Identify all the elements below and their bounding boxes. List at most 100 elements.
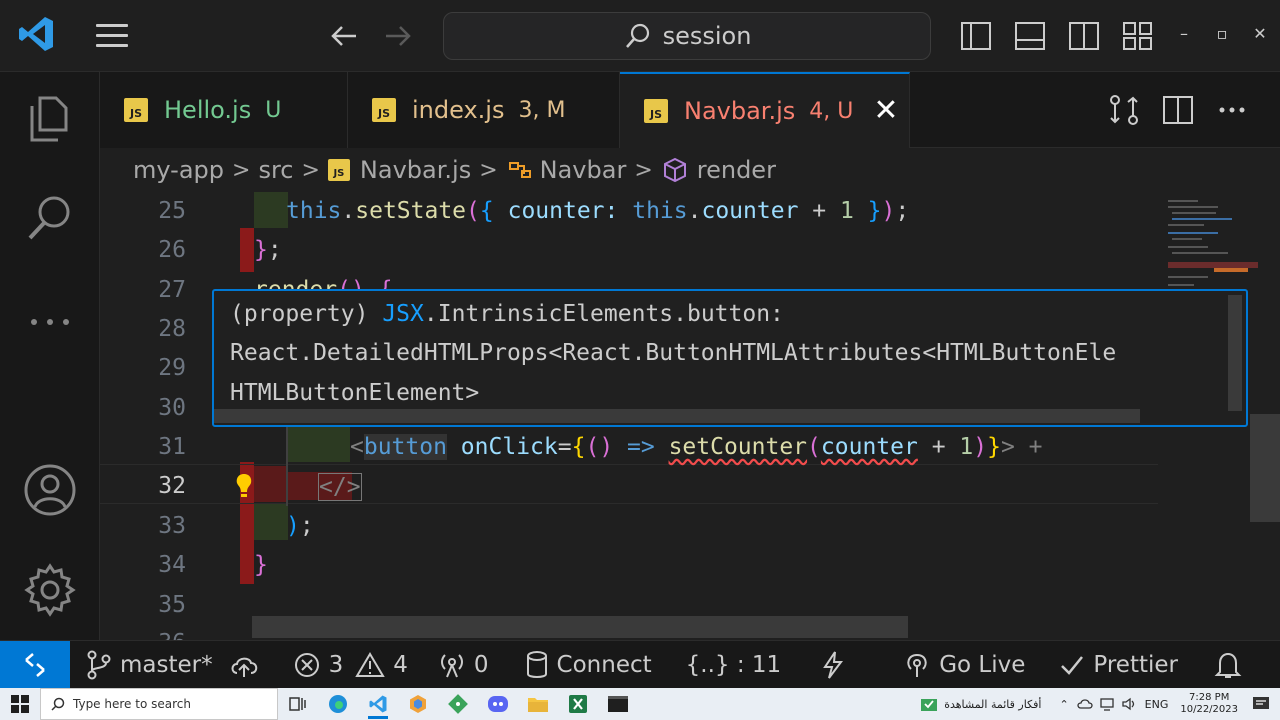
clock[interactable]: 7:28 PM 10/22/2023 <box>1180 692 1238 716</box>
more-actions-icon[interactable] <box>1214 92 1250 128</box>
line-number: 30 <box>158 395 186 421</box>
lightbulb-icon[interactable] <box>234 472 254 500</box>
editor-tab-bar: JS Hello.js U JS index.js 3, M JS Navbar… <box>100 72 1280 148</box>
chevron-right-icon: > <box>301 157 320 183</box>
windows-start-icon[interactable] <box>0 688 40 720</box>
app-hexagon-icon[interactable] <box>398 688 438 720</box>
clock-date: 10/22/2023 <box>1180 704 1238 715</box>
more-views-icon[interactable] <box>22 294 78 350</box>
tab-hello-js[interactable]: JS Hello.js U <box>100 72 348 148</box>
breadcrumb-item-navbar-js[interactable]: Navbar.js <box>360 156 471 184</box>
line-number: 33 <box>158 513 186 539</box>
tab-index-js[interactable]: JS index.js 3, M <box>348 72 620 148</box>
search-icon <box>51 697 65 711</box>
code-line-25: this.setState({ counter: this.counter + … <box>286 198 909 224</box>
chevron-right-icon: > <box>232 157 251 183</box>
excel-icon[interactable] <box>558 688 598 720</box>
breadcrumb-item-render[interactable]: render <box>697 156 776 184</box>
tab-navbar-js[interactable]: JS Navbar.js 4, U ✕ <box>620 72 910 148</box>
bell-icon <box>1214 652 1242 678</box>
settings-gear-icon[interactable] <box>22 562 78 618</box>
hover-horizontal-scrollbar[interactable] <box>214 409 1140 423</box>
toggle-panel-icon[interactable] <box>1012 18 1048 54</box>
editor-horizontal-scrollbar[interactable] <box>252 616 908 638</box>
terminal-icon[interactable] <box>598 688 638 720</box>
tab-label: Hello.js <box>164 96 252 124</box>
breadcrumb-item-my-app[interactable]: my-app <box>133 156 224 184</box>
maximize-button[interactable]: ▫ <box>1210 22 1234 46</box>
back-arrow-icon[interactable] <box>326 18 362 54</box>
explorer-files-icon[interactable] <box>22 90 78 146</box>
network-icon[interactable] <box>1099 697 1115 711</box>
code-token: } <box>853 198 882 224</box>
git-app-icon[interactable] <box>438 688 478 720</box>
split-editor-icon[interactable] <box>1160 92 1196 128</box>
hover-tooltip: (property) JSX.IntrinsicElements.button:… <box>212 289 1248 427</box>
search-view-icon[interactable] <box>22 190 78 246</box>
code-token: button <box>363 434 447 460</box>
volume-icon[interactable] <box>1121 697 1137 711</box>
line-number: 34 <box>158 552 186 578</box>
tab-label: Navbar.js <box>684 97 796 125</box>
chevron-right-icon: > <box>634 157 653 183</box>
language-indicator[interactable]: ENG <box>1145 698 1169 711</box>
close-window-button[interactable]: ✕ <box>1248 22 1272 46</box>
code-token: < <box>350 434 364 460</box>
code-token: ; <box>299 513 314 539</box>
code-line-33: ); <box>286 513 314 539</box>
toggle-primary-sidebar-icon[interactable] <box>958 18 994 54</box>
hover-vertical-scrollbar[interactable] <box>1228 295 1242 411</box>
notifications-button[interactable] <box>1214 650 1250 680</box>
problems-indicator[interactable]: 3 4 <box>293 651 408 679</box>
taskbar-search-input[interactable]: Type here to search <box>40 688 278 720</box>
forward-arrow-icon[interactable] <box>380 18 416 54</box>
ports-indicator[interactable]: 0 <box>438 651 489 679</box>
go-live-button[interactable]: Go Live <box>903 651 1025 679</box>
chevron-up-icon[interactable]: ⌃ <box>1059 698 1068 711</box>
code-token: ( <box>585 434 600 460</box>
discord-icon[interactable] <box>478 688 518 720</box>
task-view-icon[interactable] <box>278 688 318 720</box>
vscode-taskbar-icon[interactable] <box>358 688 398 720</box>
windows-taskbar: Type here to search أفكار قائمة المشاهدة… <box>0 688 1280 720</box>
js-file-icon: JS <box>327 159 350 181</box>
edge-browser-icon[interactable] <box>318 688 358 720</box>
breadcrumb-item-src[interactable]: src <box>258 156 293 184</box>
prettier-button[interactable]: Prettier <box>1059 652 1178 678</box>
breadcrumb-item-navbar[interactable]: Navbar <box>540 156 627 184</box>
code-token: + <box>798 198 840 224</box>
open-changes-icon[interactable] <box>1106 92 1142 128</box>
git-branch-icon <box>87 650 111 679</box>
line-number: 28 <box>158 316 186 342</box>
database-connect[interactable]: Connect <box>525 650 652 680</box>
code-editor[interactable]: 25 26 27 28 29 30 31 32 33 34 35 36 this… <box>100 192 1280 640</box>
close-tab-icon[interactable]: ✕ <box>873 96 898 126</box>
git-branch[interactable]: master* <box>86 650 213 680</box>
code-token: ) <box>973 434 988 460</box>
minimize-button[interactable]: – <box>1172 22 1196 46</box>
line-number: 26 <box>158 237 186 263</box>
command-center-search[interactable]: session <box>443 12 931 60</box>
quick-action[interactable] <box>821 650 853 680</box>
hover-line-1: (property) JSX.IntrinsicElements.button: <box>230 301 784 327</box>
code-token: this <box>286 198 342 224</box>
braces-indicator[interactable]: {..} : 11 <box>686 652 782 678</box>
vscode-logo-icon[interactable] <box>16 14 56 54</box>
tray-news-text[interactable]: أفكار قائمة المشاهدة <box>944 698 1041 711</box>
cloud-icon[interactable] <box>1077 698 1093 710</box>
watchlist-icon[interactable] <box>920 696 938 712</box>
code-token: 1 <box>959 434 974 460</box>
code-token: ; <box>267 237 282 263</box>
sync-button[interactable] <box>229 651 267 679</box>
toggle-secondary-sidebar-icon[interactable] <box>1066 18 1102 54</box>
lightning-icon <box>823 650 844 679</box>
customize-layout-icon[interactable] <box>1120 18 1156 54</box>
notification-center-icon[interactable] <box>1252 696 1270 712</box>
account-icon[interactable] <box>22 462 78 518</box>
hamburger-menu-icon[interactable] <box>92 20 132 52</box>
code-token: > + <box>1000 434 1043 460</box>
code-token: ) <box>881 198 896 224</box>
remote-indicator-icon[interactable] <box>0 640 70 689</box>
file-explorer-icon[interactable] <box>518 688 558 720</box>
editor-vertical-scrollbar[interactable] <box>1250 414 1280 522</box>
